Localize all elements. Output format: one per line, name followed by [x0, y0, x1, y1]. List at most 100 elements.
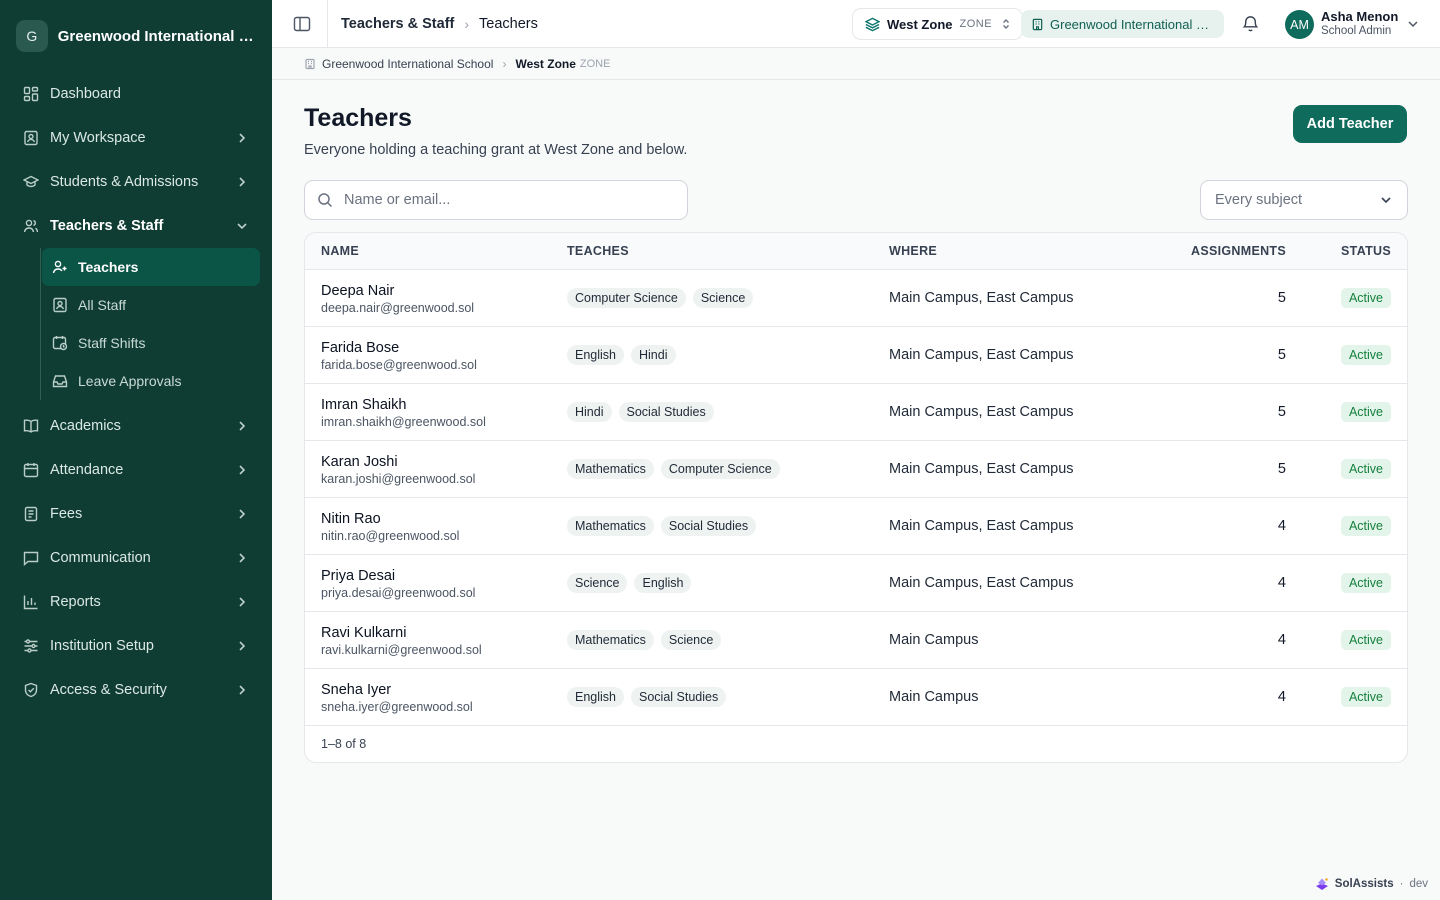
org-switcher[interactable]: G Greenwood International School	[0, 0, 272, 72]
assignments-cell: 4	[1277, 632, 1286, 648]
bar-chart-icon	[23, 595, 38, 610]
teacher-cell: Karan Joshi karan.joshi@greenwood.sol	[321, 454, 475, 486]
scope-school[interactable]: Greenwood International School	[322, 57, 493, 71]
subject-filter-select[interactable]: Every subject	[1200, 180, 1408, 220]
book-icon	[23, 419, 39, 433]
table-row[interactable]: Nitin Rao nitin.rao@greenwood.sol Mathem…	[305, 498, 1407, 555]
chevron-right-icon	[239, 685, 246, 695]
brand-footer: SolAssists · dev	[1315, 877, 1428, 891]
teacher-email: nitin.rao@greenwood.sol	[321, 529, 460, 543]
status-cell: Active	[1340, 345, 1391, 365]
subject-tag: Mathematics	[567, 516, 654, 536]
dashboard-icon	[23, 86, 39, 102]
scope-zone: West Zone	[515, 56, 576, 71]
teacher-name[interactable]: Ravi Kulkarni	[321, 625, 482, 641]
sidebar-item-institution-setup[interactable]: Institution Setup	[12, 624, 260, 668]
layers-icon	[865, 17, 880, 31]
table-row[interactable]: Farida Bose farida.bose@greenwood.sol En…	[305, 327, 1407, 384]
subjects-cell: Science English	[567, 573, 698, 593]
sidebar-item-reports[interactable]: Reports	[12, 580, 260, 624]
pagination-summary: 1–8 of 8	[321, 737, 367, 751]
breadcrumb-current: Teachers	[479, 15, 538, 32]
status-badge: Active	[1340, 573, 1391, 593]
table-row[interactable]: Priya Desai priya.desai@greenwood.sol Sc…	[305, 555, 1407, 612]
teacher-name[interactable]: Nitin Rao	[321, 511, 459, 527]
breadcrumb-teachers-staff[interactable]: Teachers & Staff	[341, 16, 454, 32]
sidebar-item-attendance[interactable]: Attendance	[12, 448, 260, 492]
teacher-name[interactable]: Farida Bose	[321, 340, 477, 356]
teacher-cell: Farida Bose farida.bose@greenwood.sol	[321, 340, 477, 372]
calendar-icon	[23, 463, 39, 478]
table-row[interactable]: Sneha Iyer sneha.iyer@greenwood.sol Engl…	[305, 669, 1407, 726]
table-row[interactable]: Imran Shaikh imran.shaikh@greenwood.sol …	[305, 384, 1407, 441]
sidebar-item-teachers-staff[interactable]: Teachers & Staff	[12, 204, 260, 248]
sidebar-item-academics[interactable]: Academics	[12, 404, 260, 448]
assignments-cell: 5	[1277, 347, 1286, 363]
id-card-icon	[53, 297, 67, 313]
user-role: School Admin	[1321, 25, 1392, 37]
sidebar-item-label: All Staff	[78, 297, 126, 313]
subject-tag: Social Studies	[618, 402, 714, 422]
table-row[interactable]: Ravi Kulkarni ravi.kulkarni@greenwood.so…	[305, 612, 1407, 669]
subjects-cell: Mathematics Social Studies	[567, 516, 763, 536]
add-teacher-button[interactable]: Add Teacher	[1293, 105, 1407, 143]
sidebar-item-label: Teachers	[78, 259, 139, 275]
teacher-cell: Priya Desai priya.desai@greenwood.sol	[321, 568, 475, 600]
sidebar-item-teachers[interactable]: Teachers	[42, 248, 260, 286]
sidebar-toggle-icon[interactable]	[292, 14, 312, 34]
search-icon	[318, 193, 333, 208]
where-cell: Main Campus	[889, 689, 979, 705]
sidebar-item-label: Institution Setup	[50, 638, 154, 654]
sidebar-item-dashboard[interactable]: Dashboard	[12, 72, 260, 116]
teacher-name[interactable]: Deepa Nair	[321, 283, 474, 299]
table-row[interactable]: Deepa Nair deepa.nair@greenwood.sol Comp…	[305, 270, 1407, 327]
chevron-right-icon	[239, 465, 246, 475]
sidebar-item-label: Dashboard	[50, 86, 121, 102]
subjects-cell: English Social Studies	[567, 687, 733, 707]
sidebar-item-all-staff[interactable]: All Staff	[42, 286, 260, 324]
sidebar-item-access-security[interactable]: Access & Security	[12, 668, 260, 712]
message-icon	[23, 551, 39, 566]
user-avatar[interactable]: AM	[1285, 10, 1314, 39]
sidebar-item-communication[interactable]: Communication	[12, 536, 260, 580]
assignments-cell: 4	[1277, 689, 1286, 705]
chevron-down-icon[interactable]	[1406, 17, 1420, 31]
status-badge: Active	[1340, 630, 1391, 650]
teacher-name[interactable]: Sneha Iyer	[321, 682, 473, 698]
chevron-right-icon	[239, 553, 246, 563]
subjects-cell: Mathematics Computer Science	[567, 459, 787, 479]
sidebar-item-leave-approvals[interactable]: Leave Approvals	[42, 362, 260, 400]
subject-tag: Hindi	[631, 345, 676, 365]
column-header-where: WHERE	[889, 244, 938, 258]
search-input[interactable]	[344, 192, 664, 208]
page-subtitle: Everyone holding a teaching grant at Wes…	[304, 142, 688, 158]
teacher-name[interactable]: Imran Shaikh	[321, 397, 486, 413]
sidebar-item-students[interactable]: Students & Admissions	[12, 160, 260, 204]
sidebar-item-staff-shifts[interactable]: Staff Shifts	[42, 324, 260, 362]
teacher-name[interactable]: Priya Desai	[321, 568, 475, 584]
teacher-cell: Deepa Nair deepa.nair@greenwood.sol	[321, 283, 474, 315]
status-badge: Active	[1340, 516, 1391, 536]
teacher-email: karan.joshi@greenwood.sol	[321, 472, 476, 486]
status-cell: Active	[1340, 288, 1391, 308]
zone-switcher[interactable]: West Zone ZONE	[852, 8, 1024, 40]
status-badge: Active	[1340, 402, 1391, 422]
brand-name: SolAssists	[1334, 878, 1394, 890]
receipt-icon	[24, 506, 38, 522]
status-cell: Active	[1340, 459, 1391, 479]
teacher-name[interactable]: Karan Joshi	[321, 454, 475, 470]
sidebar-item-fees[interactable]: Fees	[12, 492, 260, 536]
subjects-cell: Mathematics Science	[567, 630, 728, 650]
bell-icon[interactable]	[1241, 14, 1260, 33]
teacher-cell: Ravi Kulkarni ravi.kulkarni@greenwood.so…	[321, 625, 482, 657]
breadcrumb-separator: ›	[464, 15, 470, 32]
chevron-right-icon	[239, 421, 246, 431]
where-cell: Main Campus, East Campus	[889, 290, 1074, 306]
shield-icon	[24, 682, 38, 698]
school-chip[interactable]: Greenwood International School	[1021, 10, 1224, 38]
subject-tag: English	[567, 345, 624, 365]
table-row[interactable]: Karan Joshi karan.joshi@greenwood.sol Ma…	[305, 441, 1407, 498]
chevron-down-icon	[237, 223, 247, 230]
user-name[interactable]: Asha Menon	[1321, 9, 1398, 24]
sidebar-item-workspace[interactable]: My Workspace	[12, 116, 260, 160]
